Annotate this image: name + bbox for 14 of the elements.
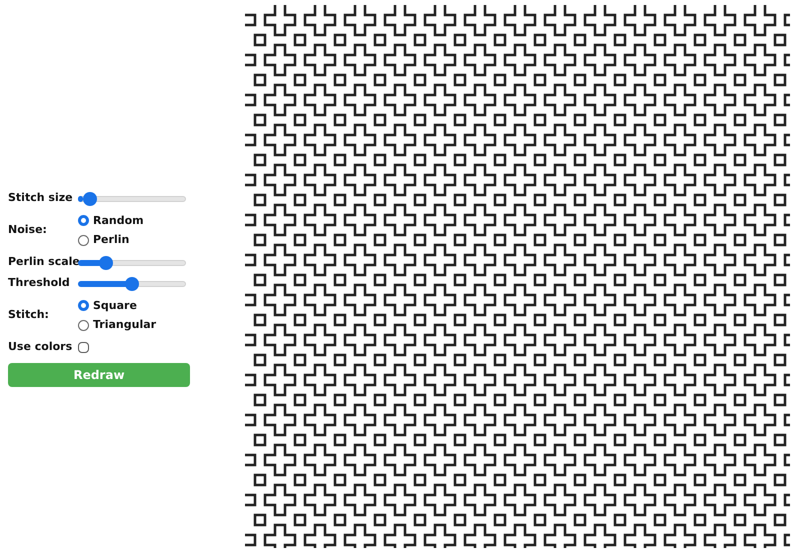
control-label: Threshold (8, 275, 71, 292)
radio-option[interactable]: Triangular (78, 317, 156, 334)
radio-option[interactable]: Perlin (78, 232, 144, 248)
radio-option[interactable]: Square (78, 298, 156, 314)
control-label: Stitch: (8, 307, 50, 324)
control-label: Perlin scale (8, 254, 78, 270)
control-label: Use colors (8, 339, 74, 356)
control-label: Stitch size (8, 190, 74, 206)
slider[interactable] (78, 254, 186, 270)
slider[interactable] (78, 190, 186, 206)
slider[interactable] (78, 276, 186, 292)
control-label: Noise: (8, 222, 48, 238)
checkbox[interactable] (78, 342, 89, 353)
radio-option[interactable]: Random (78, 212, 144, 229)
